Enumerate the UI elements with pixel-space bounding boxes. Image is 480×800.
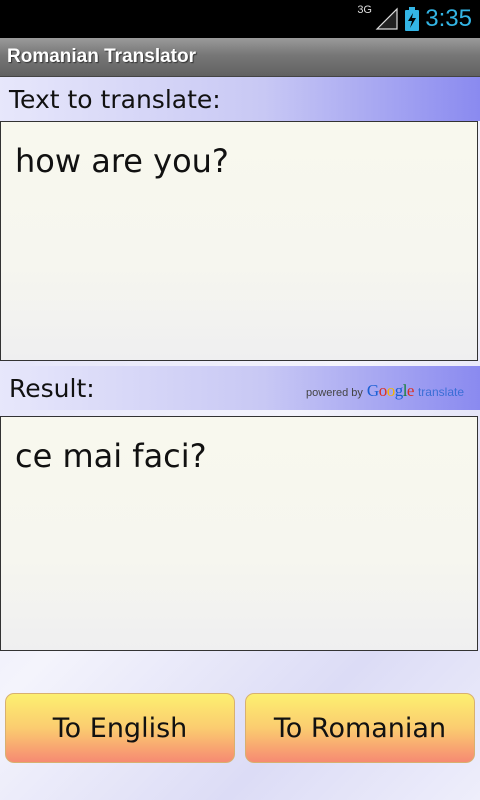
input-section-header: Text to translate: [0,77,480,121]
result-text-field: ce mai faci? [0,416,478,651]
signal-icon [375,7,398,30]
to-english-button[interactable]: To English [5,693,235,763]
input-text-field[interactable]: how are you? [0,121,478,361]
app-title-bar: Romanian Translator [0,38,480,77]
input-label: Text to translate: [9,85,221,114]
google-logo: Google [366,381,415,400]
attribution-suffix: translate [417,385,464,399]
attribution-prefix: powered by [306,387,363,399]
network-type-label: 3G [357,4,372,16]
status-icons: 3:35 [375,0,472,38]
app-title: Romanian Translator [7,46,196,67]
result-section-header: Result: powered by Google translate [0,366,480,410]
to-romanian-button[interactable]: To Romanian [245,693,475,763]
battery-charging-icon [405,7,420,31]
result-label: Result: [9,374,95,403]
status-bar: 3G 3:35 [0,0,480,38]
clock: 3:35 [425,5,472,32]
google-translate-attribution: powered by Google translate [306,381,464,401]
